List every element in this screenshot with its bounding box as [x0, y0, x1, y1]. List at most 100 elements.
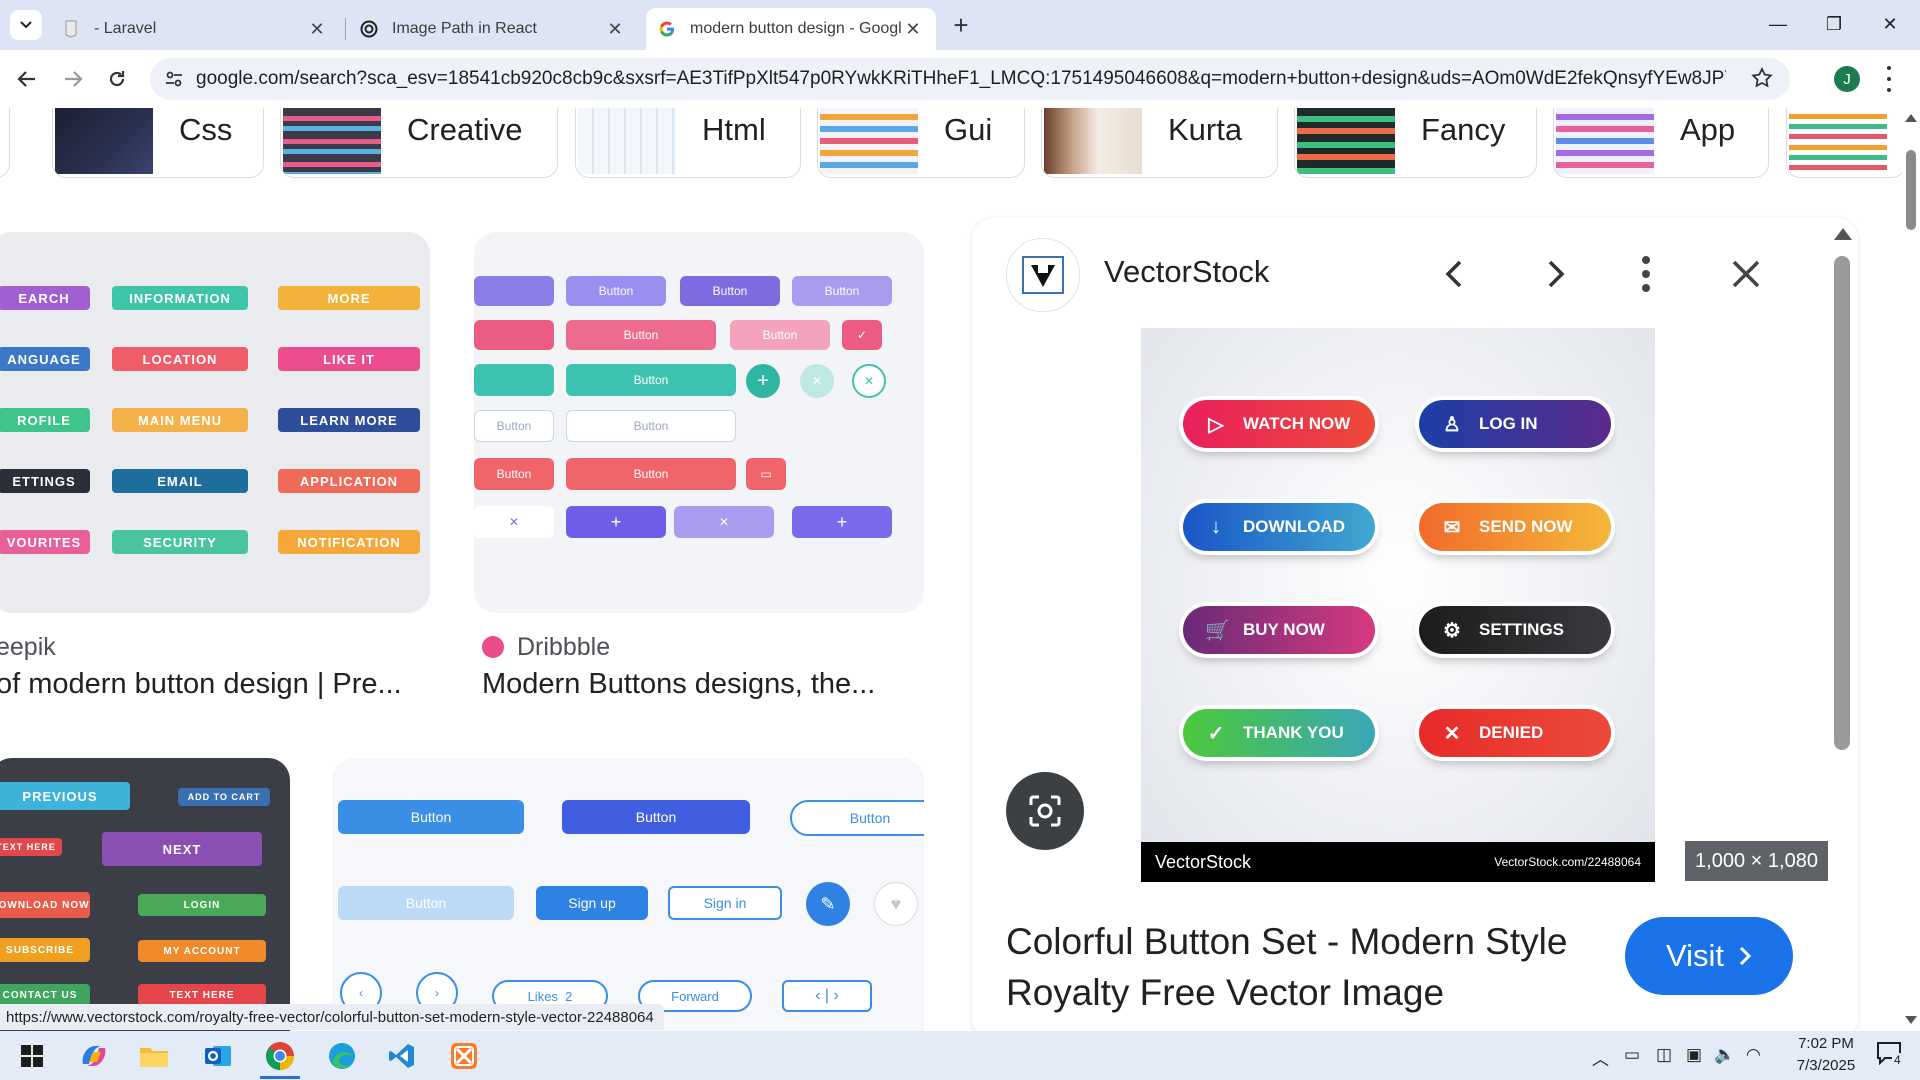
clock-date: 7/3/2025 [1796, 1057, 1856, 1074]
clock[interactable]: 7:02 PM 7/3/2025 [1780, 1033, 1872, 1077]
back-button[interactable] [10, 62, 44, 96]
start-button[interactable] [10, 1037, 54, 1075]
tab-laravel[interactable]: - Laravel ✕ [50, 8, 340, 50]
plus-icon: + [566, 506, 666, 538]
panel-image-title[interactable]: Colorful Button Set - Modern Style Royal… [1006, 916, 1606, 1018]
chip-fancy[interactable]: Fancy [1294, 108, 1537, 178]
close-icon: ✕ [800, 364, 834, 398]
result-image-freepik[interactable]: EARCH INFORMATION MORE ANGUAGE LOCATION … [0, 232, 430, 613]
image-canvas: ▷ WATCH NOW ♙ LOG IN ↓ DOWNLOAD ✉ SEND NOW 🛒… [1141, 328, 1655, 882]
chip-label: Fancy [1421, 112, 1506, 147]
reload-icon [109, 71, 125, 87]
openai-icon [360, 20, 378, 38]
security-icon[interactable]: ▣ [1686, 1045, 1702, 1065]
tab-search-button[interactable] [10, 10, 42, 40]
chip-partial[interactable] [0, 108, 10, 178]
new-tab-button[interactable]: + [946, 10, 976, 40]
close-icon[interactable]: ✕ [306, 19, 328, 40]
image-button: CONTACT US [0, 984, 90, 1006]
xampp-app[interactable] [442, 1037, 486, 1075]
outlook-app[interactable] [196, 1037, 240, 1075]
more-options-icon[interactable] [1640, 256, 1652, 292]
reload-button[interactable] [100, 62, 134, 96]
google-icon [658, 20, 676, 38]
chip-html[interactable]: Html [575, 108, 801, 178]
sign-in-button-image: Sign in [668, 886, 782, 920]
copilot-app[interactable] [72, 1037, 116, 1075]
page-scroll-down-arrow[interactable] [1905, 1016, 1917, 1024]
notification-count: 4 [1892, 1053, 1903, 1067]
close-icon[interactable]: ✕ [902, 19, 924, 40]
tab-strip: - Laravel ✕ Image Path in React ✕ modern… [0, 0, 1920, 50]
download-icon: ↓ [1211, 515, 1221, 538]
chip-kurta[interactable]: Kurta [1041, 108, 1278, 178]
image-button: INFORMATION [112, 286, 248, 310]
scroll-up-arrow[interactable] [1834, 228, 1852, 240]
image-button: Button [338, 886, 514, 920]
address-bar[interactable]: google.com/search?sca_esv=18541cb920c8cb… [150, 58, 1790, 100]
notification-center[interactable]: 4 [1876, 1041, 1908, 1071]
close-panel-button[interactable] [1726, 254, 1766, 294]
result-title[interactable]: of modern button design | Pre... [0, 668, 426, 701]
image-button: EMAIL [112, 469, 248, 493]
visit-button[interactable]: Visit [1625, 917, 1793, 995]
page-scroll-up-arrow[interactable] [1905, 114, 1917, 122]
scrollbar-thumb[interactable] [1834, 256, 1850, 750]
wifi-icon[interactable]: ◠ [1746, 1045, 1761, 1065]
panel-scrollbar[interactable] [1832, 228, 1852, 1030]
close-icon [1732, 260, 1760, 288]
site-info-icon[interactable] [164, 69, 184, 95]
pager-image: ‹ | › [782, 980, 872, 1012]
battery-icon[interactable]: ▭ [1624, 1045, 1640, 1065]
file-explorer-app[interactable] [132, 1037, 176, 1075]
image-button: MAIN MENU [112, 408, 248, 432]
lens-search-button[interactable] [1006, 772, 1084, 850]
play-icon: ▷ [1208, 413, 1224, 436]
meet-now-icon[interactable]: ◫ [1656, 1045, 1672, 1065]
denied-image-button: ✕ DENIED [1419, 709, 1611, 757]
result-image-dribbble[interactable]: Button Button Button Button Button ✓ But… [474, 232, 924, 613]
chip-gui[interactable]: Gui [817, 108, 1025, 178]
profile-avatar[interactable]: J [1834, 66, 1860, 92]
tab-modern-button-design[interactable]: modern button design - Google ✕ [646, 8, 936, 50]
page-scrollbar[interactable] [1902, 108, 1920, 1031]
chip-app[interactable]: App [1553, 108, 1769, 178]
vscode-app[interactable] [380, 1037, 424, 1075]
chrome-app[interactable] [258, 1037, 302, 1079]
close-window-button[interactable]: ✕ [1870, 10, 1910, 38]
download-image-button: ↓ DOWNLOAD [1183, 503, 1375, 551]
x-icon: ✕ [1443, 722, 1461, 745]
forward-button[interactable] [56, 62, 90, 96]
chip-css[interactable]: Css [52, 108, 264, 178]
show-hidden-icons[interactable]: ︿ [1592, 1045, 1609, 1070]
page-scrollbar-thumb[interactable] [1906, 150, 1916, 230]
tab-image-path[interactable]: Image Path in React ✕ [348, 8, 638, 50]
result-title[interactable]: Modern Buttons designs, the... [482, 668, 922, 701]
tab-divider [345, 18, 346, 40]
edge-app[interactable] [320, 1037, 364, 1075]
image-button: NEXT [102, 832, 262, 866]
watch-now-image-button: ▷ WATCH NOW [1183, 400, 1375, 448]
edge-icon [329, 1043, 355, 1069]
image-button: ADD TO CART [178, 788, 270, 806]
close-icon[interactable]: ✕ [604, 19, 626, 40]
restore-button[interactable]: ❐ [1814, 10, 1854, 38]
previous-image-button[interactable] [1432, 252, 1476, 296]
arrow-right-icon [65, 71, 83, 87]
image-button: LOGIN [138, 894, 266, 916]
result-image-shutterstock[interactable]: PREVIOUS ADD TO CART TEXT HERE NEXT DOWN… [0, 758, 290, 1040]
clock-time: 7:02 PM [1798, 1035, 1854, 1052]
next-image-button[interactable] [1534, 252, 1578, 296]
sign-up-button-image: Sign up [536, 886, 648, 920]
volume-icon[interactable]: 🔈 [1714, 1045, 1735, 1065]
image-button: Button [566, 458, 736, 490]
chip-creative[interactable]: Creative [280, 108, 558, 178]
settings-image-button: ⚙ SETTINGS [1419, 606, 1611, 654]
chip-partial-right[interactable] [1786, 108, 1906, 178]
menu-kebab-icon[interactable] [1884, 66, 1894, 92]
minimize-button[interactable]: — [1758, 10, 1798, 38]
preview-image[interactable]: ▷ WATCH NOW ♙ LOG IN ↓ DOWNLOAD ✉ SEND NOW 🛒… [972, 328, 1828, 882]
result-image-buttons-ui[interactable]: Button Button Button Button Sign up Sign… [332, 758, 924, 1040]
image-button: Button [730, 320, 830, 350]
bookmark-star-icon[interactable] [1750, 66, 1774, 96]
